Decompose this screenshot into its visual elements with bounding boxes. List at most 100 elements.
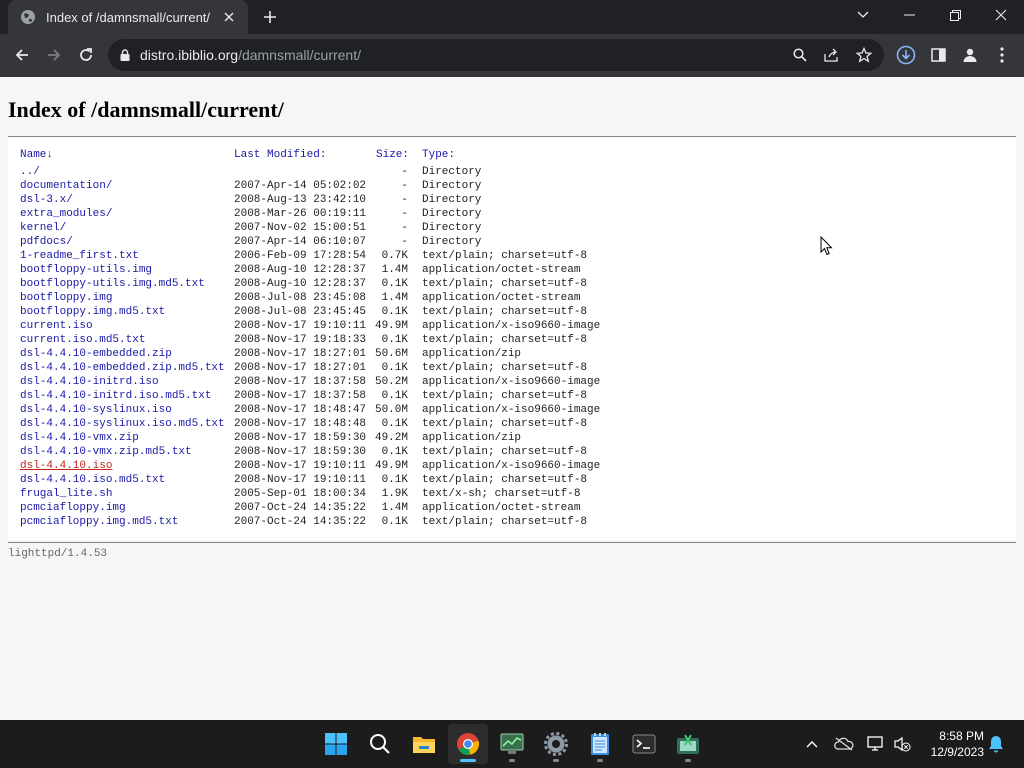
type-cell: Directory: [422, 208, 482, 220]
file-link[interactable]: bootfloppy-utils.img: [20, 263, 152, 277]
notification-bell-icon[interactable]: [986, 734, 1006, 754]
name-column-header[interactable]: Name↓: [20, 148, 53, 162]
back-button[interactable]: [8, 41, 36, 69]
size-cell: 49.2M: [374, 432, 408, 444]
chrome-button[interactable]: [448, 724, 488, 764]
running-indicator: [597, 759, 603, 762]
file-link[interactable]: 1-readme_first.txt: [20, 249, 139, 263]
terminal-icon: [632, 734, 656, 754]
restore-button[interactable]: [932, 0, 978, 30]
settings-button[interactable]: [536, 724, 576, 764]
profile-icon[interactable]: [956, 41, 984, 69]
bookmark-star-icon[interactable]: [850, 41, 878, 69]
volume-muted-icon[interactable]: [892, 734, 912, 754]
file-link[interactable]: dsl-4.4.10-vmx.zip: [20, 431, 139, 445]
terminal-button[interactable]: [624, 724, 664, 764]
type-column-header[interactable]: Type:: [422, 148, 455, 162]
file-link[interactable]: documentation/: [20, 179, 112, 193]
file-link[interactable]: frugal_lite.sh: [20, 487, 112, 501]
file-link[interactable]: current.iso.md5.txt: [20, 333, 145, 347]
side-panel-icon[interactable]: [924, 41, 952, 69]
menu-dots-icon[interactable]: [988, 41, 1016, 69]
file-explorer-icon: [413, 737, 435, 753]
file-link[interactable]: pcmciafloppy.img.md5.txt: [20, 515, 178, 529]
file-link[interactable]: dsl-4.4.10.iso: [20, 459, 112, 473]
type-cell: text/plain; charset=utf-8: [422, 390, 588, 402]
file-link[interactable]: dsl-4.4.10-initrd.iso: [20, 375, 159, 389]
minimize-button[interactable]: [886, 0, 932, 30]
file-link[interactable]: bootfloppy-utils.img.md5.txt: [20, 277, 205, 291]
close-tab-icon[interactable]: [220, 8, 238, 26]
modified-column-header[interactable]: Last Modified:: [234, 148, 326, 162]
url-text: distro.ibiblio.org/damnsmall/current/: [140, 47, 361, 63]
file-link[interactable]: extra_modules/: [20, 207, 112, 221]
last-modified-cell: 2008-Nov-17 18:48:48: [234, 418, 367, 430]
file-link[interactable]: kernel/: [20, 221, 66, 235]
new-tab-button[interactable]: [258, 6, 282, 28]
reload-button[interactable]: [72, 41, 100, 69]
file-link[interactable]: bootfloppy.img: [20, 291, 112, 305]
task-manager-button[interactable]: [492, 724, 532, 764]
settings-icon: [544, 732, 568, 756]
size-cell: -: [401, 194, 408, 206]
file-link[interactable]: dsl-4.4.10-embedded.zip.md5.txt: [20, 361, 225, 375]
size-cell: 49.9M: [374, 460, 408, 472]
type-cell: Directory: [422, 236, 482, 248]
last-modified-cell: 2008-Nov-17 19:10:11: [234, 460, 367, 472]
network-icon[interactable]: [866, 734, 886, 754]
download-icon[interactable]: [892, 41, 920, 69]
tab-search-icon[interactable]: [840, 0, 886, 30]
show-hidden-icons-icon[interactable]: [802, 734, 822, 754]
file-link[interactable]: ../: [20, 165, 40, 179]
size-cell: 50.6M: [374, 348, 408, 360]
type-cell: application/x-iso9660-image: [422, 376, 601, 388]
zoom-search-icon[interactable]: [786, 41, 814, 69]
file-link[interactable]: dsl-4.4.10-vmx.zip.md5.txt: [20, 445, 192, 459]
type-cell: Directory: [422, 194, 482, 206]
file-link[interactable]: dsl-4.4.10-syslinux.iso: [20, 403, 172, 417]
snipping-tool-button[interactable]: [668, 724, 708, 764]
file-link[interactable]: dsl-4.4.10-initrd.iso.md5.txt: [20, 389, 211, 403]
notepad-button[interactable]: [580, 724, 620, 764]
server-signature: lighttpd/1.4.53: [8, 548, 108, 560]
size-cell: 1.4M: [381, 502, 408, 514]
close-window-button[interactable]: [978, 0, 1024, 30]
size-cell: 1.4M: [381, 264, 408, 276]
last-modified-cell: 2006-Feb-09 17:28:54: [234, 250, 367, 262]
size-cell: 0.1K: [381, 446, 408, 458]
onedrive-offline-icon[interactable]: [834, 734, 854, 754]
file-link[interactable]: dsl-3.x/: [20, 193, 73, 207]
forward-button[interactable]: [40, 41, 68, 69]
search-button[interactable]: [360, 724, 400, 764]
file-link[interactable]: dsl-4.4.10.iso.md5.txt: [20, 473, 165, 487]
file-link[interactable]: bootfloppy.img.md5.txt: [20, 305, 165, 319]
last-modified-cell: 2007-Nov-02 15:00:51: [234, 222, 367, 234]
type-cell: application/zip: [422, 432, 522, 444]
size-cell: 0.1K: [381, 390, 408, 402]
file-link[interactable]: pcmciafloppy.img: [20, 501, 126, 515]
file-link[interactable]: dsl-4.4.10-syslinux.iso.md5.txt: [20, 417, 225, 431]
last-modified-cell: 2008-Aug-10 12:28:37: [234, 278, 367, 290]
system-clock[interactable]: 8:58 PM 12/9/2023: [916, 728, 984, 760]
type-cell: application/octet-stream: [422, 264, 581, 276]
type-cell: text/plain; charset=utf-8: [422, 278, 588, 290]
size-cell: 0.1K: [381, 474, 408, 486]
size-cell: 0.1K: [381, 362, 408, 374]
start-icon: [325, 733, 347, 755]
windows-taskbar: 8:58 PM 12/9/2023: [0, 720, 1024, 768]
file-link[interactable]: pdfdocs/: [20, 235, 73, 249]
file-explorer-button[interactable]: [404, 724, 444, 764]
share-icon[interactable]: [818, 41, 846, 69]
type-cell: application/x-iso9660-image: [422, 404, 601, 416]
last-modified-cell: 2007-Apr-14 05:02:02: [234, 180, 367, 192]
file-link[interactable]: dsl-4.4.10-embedded.zip: [20, 347, 172, 361]
type-cell: text/plain; charset=utf-8: [422, 516, 588, 528]
type-cell: application/octet-stream: [422, 502, 581, 514]
size-column-header[interactable]: Size:: [376, 148, 424, 162]
last-modified-cell: 2008-Aug-13 23:42:10: [234, 194, 367, 206]
lock-icon[interactable]: [120, 49, 130, 61]
address-bar[interactable]: distro.ibiblio.org/damnsmall/current/: [108, 39, 884, 71]
file-link[interactable]: current.iso: [20, 319, 93, 333]
start-button[interactable]: [316, 724, 356, 764]
browser-tab[interactable]: Index of /damnsmall/current/: [8, 0, 248, 34]
